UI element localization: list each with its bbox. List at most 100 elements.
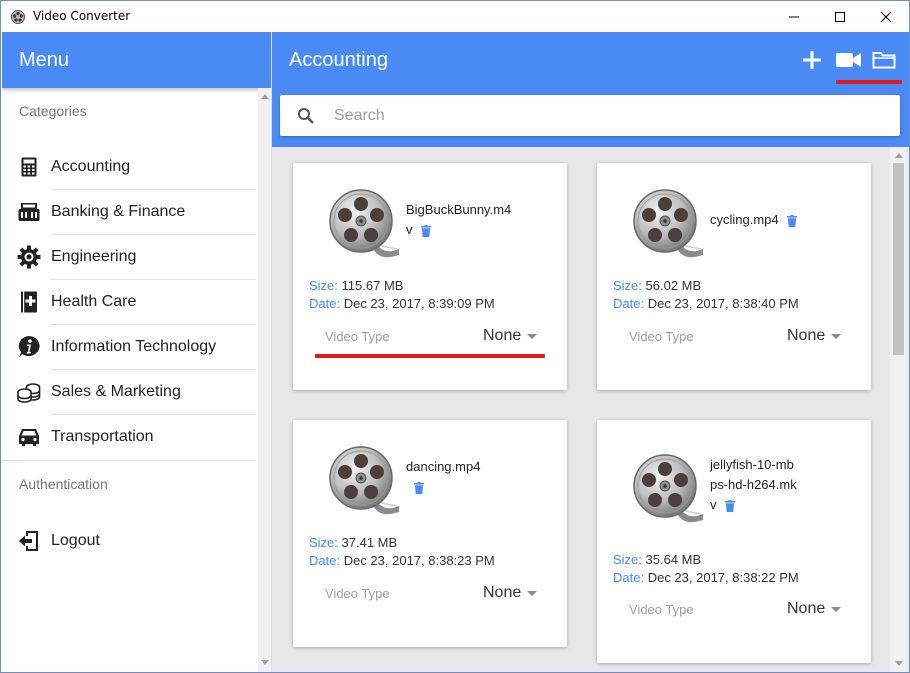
film-reel-icon: [631, 452, 709, 524]
video-camera-icon: [835, 53, 861, 67]
plus-icon: [803, 51, 821, 69]
video-type-select[interactable]: None: [483, 327, 538, 345]
film-reel-icon: [327, 444, 405, 516]
main-scrollbar[interactable]: [890, 147, 907, 672]
window-title: Video Converter: [33, 9, 131, 23]
video-card[interactable]: jellyfish-10-mbps-hd-h264.mkv Size: 35.6…: [597, 420, 871, 663]
main-panel: Accounting BigBuckBunny.m4v Si: [272, 32, 909, 672]
film-reel-icon: [327, 187, 405, 259]
sidebar-item-sales-marketing[interactable]: Sales & Marketing: [16, 369, 256, 414]
app-film-icon: [11, 10, 25, 24]
film-reel-icon: [631, 187, 709, 259]
trash-icon[interactable]: [725, 500, 735, 512]
file-size: 56.02 MB: [645, 278, 702, 293]
logout-label: Logout: [51, 531, 100, 549]
minimize-icon: [789, 16, 799, 17]
open-folder-button[interactable]: [870, 48, 898, 72]
folder-icon: [872, 52, 896, 69]
app-window: Video Converter Menu Categories Accounti…: [0, 0, 910, 673]
sidebar-scrollbar[interactable]: [258, 88, 271, 672]
sidebar-title: Menu: [19, 49, 70, 71]
video-type-label: Video Type: [629, 602, 694, 617]
close-icon: [880, 11, 892, 22]
sidebar-item-label: Information Technology: [51, 337, 217, 355]
video-type-label: Video Type: [629, 329, 694, 344]
file-name: dancing.mp4: [406, 457, 516, 497]
file-size: 35.64 MB: [645, 552, 702, 567]
video-type-label: Video Type: [325, 586, 390, 601]
scroll-down-arrow[interactable]: [892, 657, 906, 669]
sidebar-item-label: Accounting: [51, 157, 131, 175]
caret-down-icon: [527, 590, 538, 596]
maximize-button[interactable]: [817, 1, 863, 32]
file-meta: Size: 35.64 MB Date: Dec 23, 2017, 8:38:…: [613, 552, 799, 585]
file-size: 115.67 MB: [341, 278, 404, 293]
scroll-up-arrow[interactable]: [258, 90, 271, 102]
coins-icon: [16, 379, 42, 405]
calculator-icon: [16, 154, 42, 180]
scrollbar-thumb[interactable]: [893, 163, 904, 355]
trash-icon[interactable]: [414, 482, 424, 494]
sidebar: Menu Categories Accounting Banking & Fin…: [2, 32, 272, 672]
video-type-select[interactable]: None: [787, 600, 842, 618]
add-button[interactable]: [798, 48, 826, 72]
sidebar-item-label: Transportation: [51, 427, 154, 445]
sidebar-item-accounting[interactable]: Accounting: [16, 144, 256, 189]
video-card[interactable]: BigBuckBunny.m4v Size: 115.67 MB Date: D…: [293, 163, 567, 390]
scroll-up-arrow[interactable]: [892, 149, 906, 161]
file-date: Dec 23, 2017, 8:38:40 PM: [647, 296, 799, 311]
categories-label: Categories: [19, 103, 87, 119]
file-meta: Size: 115.67 MB Date: Dec 23, 2017, 8:39…: [309, 278, 495, 311]
highlight-underline: [836, 80, 902, 84]
medical-book-icon: [16, 289, 42, 315]
scroll-down-arrow[interactable]: [258, 656, 271, 668]
video-type-select[interactable]: None: [483, 584, 538, 602]
file-meta: Size: 56.02 MB Date: Dec 23, 2017, 8:38:…: [613, 278, 799, 311]
minimize-button[interactable]: [771, 1, 817, 32]
caret-down-icon: [831, 606, 842, 612]
search-icon: [298, 108, 314, 124]
maximize-icon: [835, 11, 845, 22]
divider: [2, 460, 256, 461]
page-title: Accounting: [289, 49, 388, 71]
sidebar-item-label: Sales & Marketing: [51, 382, 181, 400]
logout-button[interactable]: Logout: [16, 518, 256, 563]
video-type-select[interactable]: None: [787, 327, 842, 345]
sidebar-item-information-technology[interactable]: Information Technology: [16, 324, 256, 369]
close-button[interactable]: [863, 1, 909, 32]
sidebar-item-label: Health Care: [51, 292, 137, 310]
video-camera-button[interactable]: [834, 48, 862, 72]
search-bar: [280, 95, 900, 136]
trash-icon[interactable]: [421, 225, 431, 237]
trash-icon[interactable]: [787, 215, 797, 227]
sidebar-item-banking-finance[interactable]: Banking & Finance: [16, 189, 256, 234]
chevron-down-icon: [895, 660, 903, 666]
file-date: Dec 23, 2017, 8:38:23 PM: [343, 553, 495, 568]
logout-icon: [16, 528, 42, 554]
sidebar-item-transportation[interactable]: Transportation: [16, 414, 256, 459]
sidebar-header: Menu: [2, 32, 271, 88]
video-card[interactable]: cycling.mp4 Size: 56.02 MB Date: Dec 23,…: [597, 163, 871, 390]
sidebar-item-health-care[interactable]: Health Care: [16, 279, 256, 324]
chevron-down-icon: [261, 659, 269, 665]
file-size: 37.41 MB: [341, 535, 398, 550]
caret-down-icon: [831, 333, 842, 339]
authentication-label: Authentication: [19, 476, 108, 492]
file-name: jellyfish-10-mbps-hd-h264.mkv: [710, 457, 797, 512]
file-date: Dec 23, 2017, 8:38:22 PM: [647, 570, 799, 585]
chevron-up-icon: [895, 152, 903, 158]
video-card[interactable]: dancing.mp4 Size: 37.41 MB Date: Dec 23,…: [293, 420, 567, 647]
file-date: Dec 23, 2017, 8:39:09 PM: [343, 296, 495, 311]
info-icon: [16, 334, 42, 360]
car-icon: [16, 424, 42, 450]
title-bar: Video Converter: [1, 1, 909, 32]
sidebar-item-label: Banking & Finance: [51, 202, 186, 220]
caret-down-icon: [527, 333, 538, 339]
main-header: Accounting: [272, 32, 909, 147]
file-name: BigBuckBunny.m4v: [406, 202, 512, 237]
sidebar-item-engineering[interactable]: Engineering: [16, 234, 256, 279]
file-meta: Size: 37.41 MB Date: Dec 23, 2017, 8:38:…: [309, 535, 495, 568]
sidebar-item-label: Engineering: [51, 247, 137, 265]
video-type-label: Video Type: [325, 329, 390, 344]
search-input[interactable]: [334, 103, 874, 128]
